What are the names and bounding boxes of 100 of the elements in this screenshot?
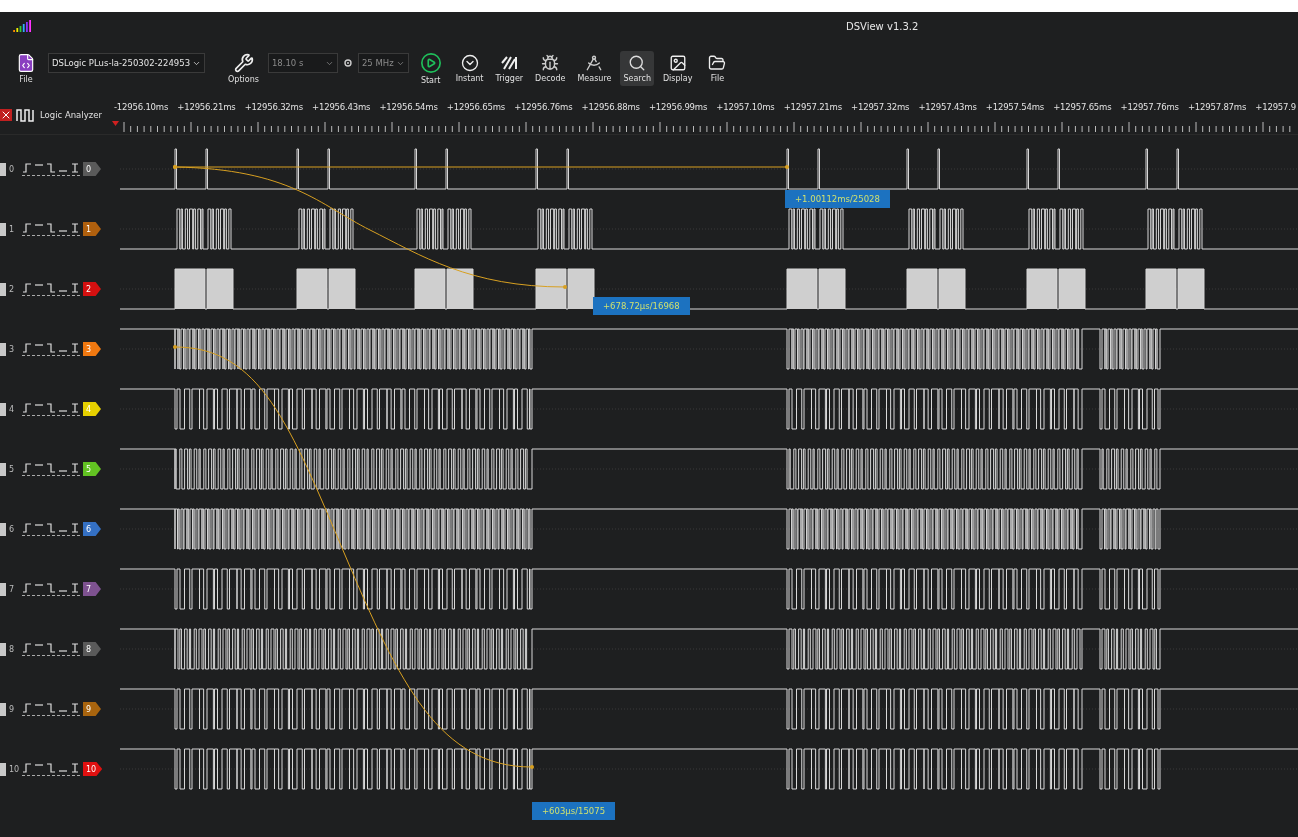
time-label: +12956.43ms [312, 102, 371, 112]
measurement-label: +1.00112ms/25028 [785, 190, 890, 208]
channel-tag[interactable]: 1 [83, 222, 101, 236]
time-label: +12957.43ms [918, 102, 977, 112]
channel-index: 5 [9, 464, 16, 474]
channel-toggle[interactable] [0, 762, 6, 776]
time-label: +12956.65ms [446, 102, 505, 112]
channel-tag[interactable]: 0 [83, 162, 101, 176]
trigger-edge-icon[interactable] [22, 762, 32, 773]
time-label: +12956.54ms [379, 102, 438, 112]
trigger-edge-icon[interactable] [46, 462, 56, 473]
trigger-edge-icon[interactable] [70, 282, 80, 293]
channel-toggle[interactable] [0, 702, 6, 716]
toolbar-button[interactable]: Start [414, 48, 447, 88]
channel-toggle[interactable] [0, 162, 6, 176]
trigger-edge-icon[interactable] [22, 462, 32, 473]
trigger-edge-icon[interactable] [46, 582, 56, 593]
channel-tag[interactable]: 9 [83, 702, 101, 716]
trigger-edge-icon[interactable] [46, 282, 56, 293]
time-label: +12956.21ms [177, 102, 236, 112]
time-label: +12957.76ms [1120, 102, 1179, 112]
play-icon [419, 51, 442, 74]
trigger-edge-icon[interactable] [22, 582, 32, 593]
at-icon [343, 59, 352, 67]
trigger-edge-icon[interactable] [46, 162, 56, 173]
trigger-edge-icon[interactable] [70, 582, 80, 593]
trigger-edge-icon[interactable] [70, 402, 80, 413]
channel-toggle[interactable] [0, 402, 6, 416]
toolbar-button[interactable]: Measure [574, 50, 615, 86]
trigger-edge-icon[interactable] [22, 282, 32, 293]
trigger-edge-icon[interactable] [70, 222, 80, 233]
trigger-edge-icon[interactable] [46, 522, 56, 533]
trigger-edge-icon[interactable] [46, 702, 56, 713]
channel-toggle[interactable] [0, 342, 6, 356]
channel-index: 0 [9, 164, 16, 174]
channel-tag[interactable]: 6 [83, 522, 101, 536]
channel-index: 1 [9, 224, 16, 234]
channel-toggle[interactable] [0, 282, 6, 296]
marker-icon [112, 121, 119, 126]
channel-toggle[interactable] [0, 582, 6, 596]
trigger-edge-icon[interactable] [22, 642, 32, 653]
channel-tag[interactable]: 7 [83, 582, 101, 596]
time-label: +12956.76ms [514, 102, 573, 112]
toolbar-button[interactable]: Instant [452, 50, 487, 86]
channel-toggle[interactable] [0, 642, 6, 656]
toolbar-button[interactable]: File [701, 50, 734, 86]
time-label: +12957.10ms [716, 102, 775, 112]
toolbar-button[interactable]: Display [659, 50, 696, 86]
toolbar-button[interactable]: Decode [532, 50, 569, 86]
trigger-edge-icon[interactable] [70, 162, 80, 173]
options-button[interactable]: Options [225, 49, 262, 87]
trigger-edge-icon[interactable] [70, 702, 80, 713]
trigger-edge-icon[interactable] [22, 162, 32, 173]
trigger-edge-icon[interactable] [70, 642, 80, 653]
channel-tag[interactable]: 8 [83, 642, 101, 656]
time-label: +12957.9 [1255, 102, 1296, 112]
channel-index: 4 [9, 404, 16, 414]
file-icon [16, 52, 36, 73]
window-title: DSView v1.3.2 [846, 20, 919, 32]
channel-index: 6 [9, 524, 16, 534]
chevron-circle-icon [460, 53, 479, 72]
trigger-edge-icon[interactable] [22, 702, 32, 713]
compass-icon [585, 53, 604, 72]
trigger-edge-icon[interactable] [22, 342, 32, 353]
channel-index: 9 [9, 704, 16, 714]
trigger-edge-icon[interactable] [70, 762, 80, 773]
wrench-icon [233, 52, 254, 73]
trigger-edge-icon[interactable] [70, 522, 80, 533]
close-icon[interactable] [0, 109, 12, 121]
measurement-label: +603µs/15075 [532, 802, 616, 820]
time-label: +12957.54ms [985, 102, 1044, 112]
channel-index: 2 [9, 284, 16, 294]
trigger-edge-icon[interactable] [22, 402, 32, 413]
trigger-edge-icon[interactable] [46, 342, 56, 353]
toolbar-button[interactable]: Search [620, 50, 654, 86]
trigger-edge-icon[interactable] [70, 462, 80, 473]
bug-icon [541, 53, 560, 72]
time-label: +12957.32ms [851, 102, 910, 112]
channel-toggle[interactable] [0, 522, 6, 536]
device-dropdown[interactable]: DSLogic PLus-la-250302-224953 [48, 53, 206, 73]
trigger-edge-icon[interactable] [46, 402, 56, 413]
channel-index: 7 [9, 584, 16, 594]
time-label: -12956.10ms [114, 102, 169, 112]
channel-tag[interactable]: 2 [83, 282, 101, 296]
channel-index: 8 [9, 644, 16, 654]
channel-tag[interactable]: 10 [83, 762, 103, 776]
trigger-edge-icon[interactable] [46, 762, 56, 773]
file-button[interactable]: File [10, 49, 42, 87]
toolbar-button[interactable]: Trigger [492, 50, 527, 86]
time-label: +12957.87ms [1187, 102, 1247, 112]
search-icon [628, 53, 647, 72]
trigger-edge-icon[interactable] [46, 642, 56, 653]
channel-toggle[interactable] [0, 222, 6, 236]
trigger-edge-icon[interactable] [22, 522, 32, 533]
trigger-edge-icon[interactable] [46, 222, 56, 233]
channel-toggle[interactable] [0, 462, 6, 476]
square-wave-icon [16, 108, 36, 122]
folder-icon [708, 53, 727, 72]
trigger-edge-icon[interactable] [70, 342, 80, 353]
trigger-edge-icon[interactable] [22, 222, 32, 233]
